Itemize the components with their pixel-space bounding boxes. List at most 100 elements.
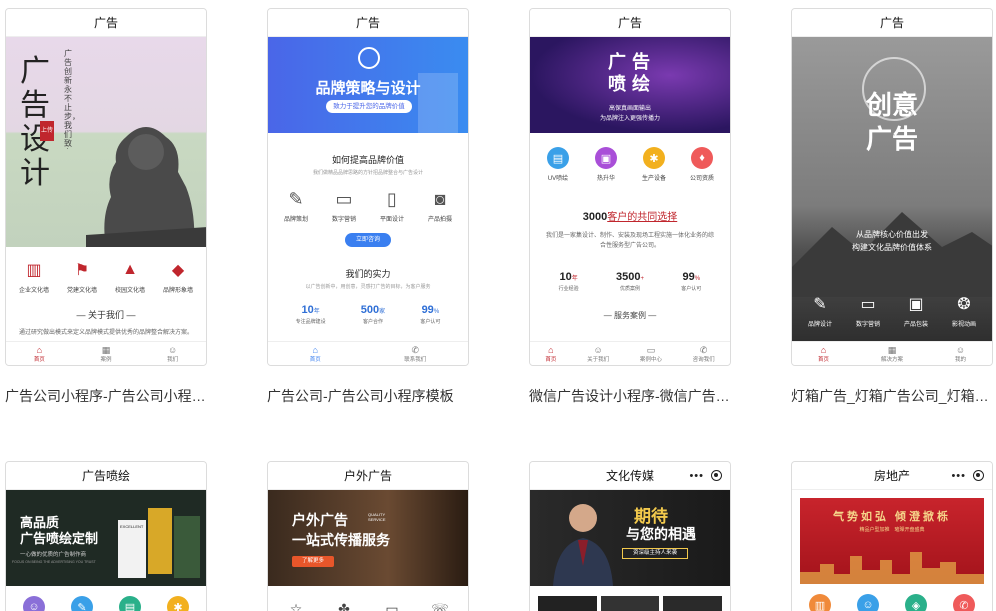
icon-item[interactable]: ❂ 影视动画 [942, 293, 986, 328]
banner-subtitle: 高保真画面输出 [608, 106, 651, 112]
headline-text: 客户的共同选择 [607, 212, 678, 223]
learn-more-button[interactable]: 了解更多 [292, 556, 334, 567]
more-menu-icon[interactable]: ••• [689, 462, 704, 490]
icon-item[interactable]: ♦ 公司资质 [680, 147, 724, 182]
phone-preview[interactable]: 广告 创意 广告 从品牌核心价值出发 构建文化品牌价值体系 ✎ 品牌设计 ▭ 数字营… [791, 8, 993, 366]
template-caption[interactable]: 广告公司小程序-广告公司小程序模板 [5, 386, 215, 406]
feature-icons: ✎ 品牌设计 ▭ 数字营销 ▣ 产品包装 ❂ 影视动画 [792, 293, 992, 328]
tab-cases[interactable]: ▦ 案例 [100, 342, 111, 365]
template-card-8[interactable]: 房地产 ••• 气势如弘 倾澄掀栎 精品户型加推 璀璨开盘盛典 ▥ ☺ ◈ ✆ [791, 461, 993, 611]
tab-contact[interactable]: ✆ 联系我们 [404, 342, 426, 365]
poster-green [174, 516, 200, 578]
section-title: — 服务案例 — [603, 311, 657, 320]
tab-cases[interactable]: ▭ 案例中心 [640, 342, 662, 365]
stat-item: 99% 客户认可 [420, 300, 440, 325]
icon-item[interactable]: ☆ [274, 598, 318, 611]
tab-home[interactable]: ⌂ 首页 [545, 342, 556, 365]
icon-item[interactable]: ◙ 产品拍摄 [418, 188, 462, 224]
tab-home[interactable]: ⌂ 首页 [310, 342, 321, 365]
icon-item[interactable]: ▤ UV喷绘 [536, 147, 580, 182]
icon-item[interactable]: ✎ 品牌策划 [274, 188, 318, 224]
consult-button[interactable]: 立即咨询 [345, 233, 391, 247]
thumbnail[interactable] [600, 596, 660, 611]
heading: 如何提高品牌价值 [331, 155, 404, 165]
banner-line-2: 广告喷绘定制 [20, 531, 99, 546]
template-caption[interactable]: 微信广告设计小程序-微信广告设计小程序模板 [529, 386, 739, 406]
icon-label: 产品拍摄 [427, 217, 452, 223]
thumbnail-row [530, 586, 730, 611]
phone-preview[interactable]: 广告 广告喷绘 高保真画面输出 为品牌注入更强传播力 ▤ UV喷绘 ▣ 热升华 ✱ 生… [529, 8, 731, 366]
building-silhouette [418, 73, 458, 133]
template-card-6[interactable]: 户外广告 户外广告 一站式传播服务 QUALITY SERVICE 了解更多 ☆… [267, 461, 469, 611]
icon-item[interactable]: ◆ 品牌形象墙 [156, 259, 200, 294]
banner-small: 一心做的优质的广告制作商 [20, 552, 87, 558]
folder-icon: ▭ [385, 600, 399, 611]
tab-label: 我们 [167, 356, 179, 363]
phone-title-text: 房地产 [873, 469, 910, 483]
phone-title: 广告 [792, 9, 992, 37]
tab-home[interactable]: ⌂ 首页 [818, 342, 829, 365]
icon-item[interactable]: ▥ 企业文化墙 [12, 259, 56, 294]
template-caption[interactable]: 广告公司-广告公司小程序模板 [267, 386, 477, 406]
icon-item[interactable]: ✆ [942, 594, 986, 611]
icon-item[interactable]: ▭ 数字营销 [322, 188, 366, 224]
tab-consult[interactable]: ✆ 咨询我们 [693, 342, 715, 365]
tab-home[interactable]: ⌂ 首页 [34, 342, 45, 365]
template-card-7[interactable]: 文化传媒 ••• 期待 与您的相遇 资深级主持人来袭 [529, 461, 731, 611]
tab-solutions[interactable]: ▦ 解决方案 [881, 342, 903, 365]
template-card-2[interactable]: 广告 品牌策略与设计 致力于提升您的品牌价值 如何提高品牌价值 我们做精品品牌思… [267, 8, 469, 404]
icon-item[interactable]: ☺ [12, 596, 56, 611]
icon-item[interactable]: ▯ 平面设计 [370, 188, 414, 224]
feature-icons: ▥ ☺ ◈ ✆ [792, 594, 992, 611]
close-target-icon[interactable] [711, 470, 722, 481]
icon-item[interactable]: ✤ [322, 598, 366, 611]
icon-item[interactable]: ⚑ 党建文化墙 [60, 259, 104, 294]
tab-about[interactable]: ☺ 关于我们 [587, 342, 609, 365]
phone-preview[interactable]: 广告 广告设计 广告创新永不止步，我们致力于为企业提供最优质的服务 上传 ▥ 企业… [5, 8, 207, 366]
icon-item[interactable]: ✱ [156, 596, 200, 611]
icon-item[interactable]: ◈ [894, 594, 938, 611]
template-card-1[interactable]: 广告 广告设计 广告创新永不止步，我们致力于为企业提供最优质的服务 上传 ▥ 企业… [5, 8, 215, 404]
icon-item[interactable]: ▤ [108, 596, 152, 611]
banner-subtitle: 从品牌核心价值出发 [856, 230, 928, 239]
phone-preview[interactable]: 广告喷绘 高品质 广告喷绘定制 一心做的优质的广告制作商 FOCUS ON BE… [5, 461, 207, 611]
close-target-icon[interactable] [973, 470, 984, 481]
icon-label: 热升华 [596, 176, 615, 182]
thumbnail[interactable] [663, 596, 723, 611]
tab-label: 首页 [33, 356, 45, 363]
banner-subtitle: 致力于提升您的品牌价值 [326, 100, 412, 113]
icon-item[interactable]: ▣ 热升华 [584, 147, 628, 182]
template-card-3[interactable]: 广告 广告喷绘 高保真画面输出 为品牌注入更强传播力 ▤ UV喷绘 ▣ 热升华 ✱ 生… [529, 8, 739, 404]
icon-item[interactable]: ▲ 校园文化墙 [108, 259, 152, 294]
icon-item[interactable]: ▭ 数字营销 [846, 293, 890, 328]
monitor-icon: ▭ [335, 188, 353, 209]
person-icon: ☺ [593, 344, 603, 355]
icon-label: 企业文化墙 [18, 288, 49, 294]
tab-me[interactable]: ☺ 我们 [167, 342, 178, 365]
banner-small-2: 璀璨开盘盛典 [894, 527, 925, 533]
phone-preview[interactable]: 房地产 ••• 气势如弘 倾澄掀栎 精品户型加推 璀璨开盘盛典 ▥ ☺ ◈ ✆ [791, 461, 993, 611]
stat-item: 99% 客户认可 [681, 267, 701, 292]
printer-icon: ▤ [547, 147, 569, 169]
phone-preview[interactable]: 文化传媒 ••• 期待 与您的相遇 资深级主持人来袭 [529, 461, 731, 611]
camera-icon: ◙ [434, 188, 446, 209]
thumbnail[interactable] [538, 596, 597, 611]
banner-line-2: 与您的相遇 [626, 526, 696, 542]
icon-item[interactable]: ▭ [370, 598, 414, 611]
icon-item[interactable]: ✎ 品牌设计 [798, 293, 842, 328]
stat-number: 500 [360, 304, 380, 316]
template-card-4[interactable]: 广告 创意 广告 从品牌核心价值出发 构建文化品牌价值体系 ✎ 品牌设计 ▭ 数字营… [791, 8, 996, 404]
poster-yellow [148, 508, 172, 574]
phone-preview[interactable]: 户外广告 户外广告 一站式传播服务 QUALITY SERVICE 了解更多 ☆… [267, 461, 469, 611]
icon-item[interactable]: ▣ 产品包装 [894, 293, 938, 328]
icon-item[interactable]: ✎ [60, 596, 104, 611]
template-caption[interactable]: 灯箱广告_灯箱广告公司_灯箱广告小程序模板 [791, 386, 996, 406]
tab-me[interactable]: ☺ 我的 [955, 342, 966, 365]
more-menu-icon[interactable]: ••• [951, 462, 966, 490]
phone-preview[interactable]: 广告 品牌策略与设计 致力于提升您的品牌价值 如何提高品牌价值 我们做精品品牌思… [267, 8, 469, 366]
icon-item[interactable]: ☏ [418, 598, 462, 611]
icon-item[interactable]: ☺ [846, 594, 890, 611]
icon-item[interactable]: ✱ 生产设备 [632, 147, 676, 182]
template-card-5[interactable]: 广告喷绘 高品质 广告喷绘定制 一心做的优质的广告制作商 FOCUS ON BE… [5, 461, 207, 611]
icon-item[interactable]: ▥ [798, 594, 842, 611]
